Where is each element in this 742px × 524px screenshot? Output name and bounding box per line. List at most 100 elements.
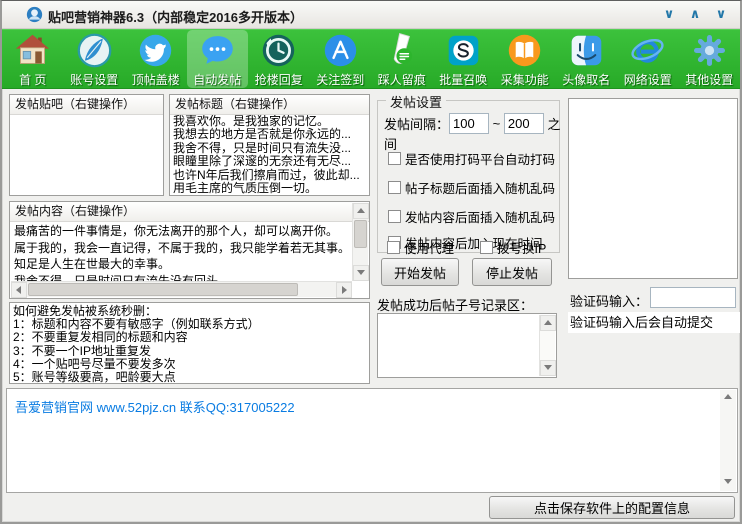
save-config-button[interactable]: 点击保存软件上的配置信息 (489, 496, 735, 519)
tips-panel: 如何避免发帖被系统秒删： 1：标题和内容不要有敏感字（例如联系方式） 2：不要重… (9, 302, 370, 384)
post-settings-legend: 发帖设置 (386, 92, 446, 111)
log-vertical-scrollbar[interactable] (720, 390, 736, 491)
content-line[interactable]: 我舍不得，只是时间只有流失没有回头。 (14, 273, 352, 282)
scroll-down-arrow[interactable] (720, 475, 736, 491)
toolbar-label: 账号设置 (70, 71, 118, 88)
toolbar-label: 首 页 (19, 71, 46, 88)
checkbox-icon[interactable] (388, 152, 401, 165)
content-line[interactable]: 最痛苦的一件事情是，你无法离开的那个人，却可以离开你。 (14, 223, 352, 240)
checkbox-icon[interactable] (480, 241, 493, 254)
checkbox-icon[interactable] (388, 181, 401, 194)
interval-row: 发帖间隔： ~ 之间 (384, 113, 565, 153)
content-line[interactable]: 知足是人生在世最大的幸事。 (14, 256, 352, 273)
window-title: 贴吧营销神器6.3（内部稳定2016多开版本） (48, 7, 303, 26)
scroll-up-arrow[interactable] (720, 390, 736, 406)
title-list-item[interactable]: 我想去的地方是否就是你永远的... (170, 128, 369, 141)
title-list-item[interactable]: 用毛主席的气质压倒一切。 (170, 182, 369, 195)
record-textarea[interactable] (377, 313, 557, 378)
toolbar-label: 踩人留痕 (378, 71, 426, 88)
scroll-left-arrow[interactable] (11, 282, 27, 298)
checkbox-label: 拨号换IP (497, 238, 546, 257)
start-post-button[interactable]: 开始发帖 (381, 258, 459, 286)
scroll-down-arrow[interactable] (353, 265, 369, 281)
log-area[interactable]: 吾爱营销官网 www.52pjz.cn 联系QQ:317005222 (6, 388, 738, 493)
tieba-list-header: 发帖贴吧（右键操作） (10, 95, 163, 115)
post-settings-group: 发帖设置 发帖间隔： ~ 之间 是否使用打码平台自动打码 帖子标题后面插入随机乱… (377, 100, 560, 253)
title-list-item[interactable]: 眼瞳里除了深邃的无奈还有无尽... (170, 155, 369, 168)
toolbar-item-visit-trace[interactable]: 踩人留痕 (371, 30, 433, 88)
appstore-icon (322, 32, 359, 69)
checkbox-row-content-random[interactable]: 发帖内容后面插入随机乱码 (388, 207, 555, 226)
sock-icon (383, 32, 420, 69)
toolbar-item-bump-posts[interactable]: 顶帖盖楼 (125, 30, 187, 88)
checkbox-row-use-proxy[interactable]: 使用代理 (387, 238, 454, 257)
scroll-up-arrow[interactable] (353, 203, 369, 219)
checkbox-icon[interactable] (387, 241, 400, 254)
content-list-body[interactable]: 最痛苦的一件事情是，你无法离开的那个人，却可以离开你。 属于我的，我会一直记得，… (11, 222, 352, 281)
checkbox-label: 发帖内容后面插入随机乱码 (405, 207, 555, 226)
toolbar-item-collect[interactable]: 采集功能 (494, 30, 556, 88)
finder-icon (568, 32, 605, 69)
toolbar-item-follow-checkin[interactable]: 关注签到 (310, 30, 372, 88)
captcha-input[interactable] (650, 287, 736, 308)
checkbox-row-title-random[interactable]: 帖子标题后面插入随机乱码 (388, 178, 555, 197)
tieba-list-panel[interactable]: 发帖贴吧（右键操作） (9, 94, 164, 196)
toolbar-label: 自动发帖 (193, 71, 241, 88)
title-list-panel[interactable]: 发帖标题（右键操作） 我喜欢你。是我独家的记忆。 我想去的地方是否就是你永远的.… (169, 94, 370, 196)
toolbar-item-account-settings[interactable]: 账号设置 (64, 30, 126, 88)
tips-body: 如何避免发帖被系统秒删： 1：标题和内容不要有敏感字（例如联系方式） 2：不要重… (10, 303, 369, 383)
content-line[interactable]: 属于我的，我会一直记得，不属于我的，我只能学着若无其事。 (14, 240, 352, 257)
toolbar-label: 头像取名 (562, 71, 610, 88)
scroll-up-arrow[interactable] (540, 315, 556, 331)
clock-icon (260, 32, 297, 69)
log-text: 吾爱营销官网 www.52pjz.cn 联系QQ:317005222 (15, 397, 295, 416)
close-button[interactable]: ∨ (712, 5, 730, 23)
interval-min-input[interactable] (449, 113, 489, 134)
toolbar-item-auto-post[interactable]: 自动发帖 (187, 30, 249, 88)
record-vertical-scrollbar[interactable] (539, 315, 555, 376)
toolbar-item-batch-summon[interactable]: 批量召唤 (433, 30, 495, 88)
toolbar-label: 采集功能 (501, 71, 549, 88)
content-vertical-scrollbar[interactable] (352, 203, 368, 281)
captcha-hint-text: 验证码输入后会自动提交 (568, 312, 740, 333)
tips-line: 2：不要重复发相同的标题和内容 (13, 331, 369, 344)
chat-bubble-icon (199, 32, 236, 69)
content-panel[interactable]: 发帖内容（右键操作） 最痛苦的一件事情是，你无法离开的那个人，却可以离开你。 属… (9, 201, 370, 299)
scroll-right-arrow[interactable] (336, 282, 352, 298)
scrollbar-thumb[interactable] (28, 283, 298, 296)
toolbar-label: 网络设置 (624, 71, 672, 88)
checkbox-label: 帖子标题后面插入随机乱码 (405, 178, 555, 197)
toolbar-item-avatar-name[interactable]: 头像取名 (556, 30, 618, 88)
toolbar-label: 批量召唤 (439, 71, 487, 88)
toolbar-item-network-settings[interactable]: 网络设置 (617, 30, 679, 88)
titlebar: 贴吧营销神器6.3（内部稳定2016多开版本） ∨ ∧ ∨ (2, 1, 740, 29)
main-toolbar: 首 页 账号设置 顶帖盖楼 自动发帖 抢楼回复 (2, 29, 740, 89)
title-list-body[interactable]: 我喜欢你。是我独家的记忆。 我想去的地方是否就是你永远的... 我舍不得，只是时… (170, 115, 369, 195)
scrollbar-thumb[interactable] (354, 220, 367, 248)
tips-line: 3：不要一个IP地址重复发 (13, 345, 369, 358)
checkbox-icon[interactable] (388, 210, 401, 223)
home-icon (14, 32, 51, 69)
title-list-header: 发帖标题（右键操作） (170, 95, 369, 115)
maximize-button[interactable]: ∧ (686, 5, 704, 23)
toolbar-item-other-settings[interactable]: 其他设置 (679, 30, 741, 88)
checkbox-row-auto-captcha[interactable]: 是否使用打码平台自动打码 (388, 149, 555, 168)
gear-icon (691, 32, 728, 69)
toolbar-label: 抢楼回复 (255, 71, 303, 88)
content-horizontal-scrollbar[interactable] (11, 281, 352, 297)
interval-max-input[interactable] (504, 113, 544, 134)
stop-post-button[interactable]: 停止发帖 (472, 258, 552, 286)
minimize-button[interactable]: ∨ (660, 5, 678, 23)
checkbox-row-dial-ip[interactable]: 拨号换IP (480, 238, 546, 257)
captcha-input-label: 验证码输入： (570, 291, 648, 310)
toolbar-item-floor-reply[interactable]: 抢楼回复 (248, 30, 310, 88)
toolbar-label: 关注签到 (316, 71, 364, 88)
bird-icon (137, 32, 174, 69)
scroll-down-arrow[interactable] (540, 360, 556, 376)
checkbox-label: 使用代理 (404, 238, 454, 257)
toolbar-item-home[interactable]: 首 页 (2, 30, 64, 88)
skype-icon (445, 32, 482, 69)
toolbar-label: 其他设置 (685, 71, 733, 88)
app-window: 贴吧营销神器6.3（内部稳定2016多开版本） ∨ ∧ ∨ 首 页 账号设置 顶… (0, 0, 742, 524)
tips-line: 5：账号等级要高，吧龄要大点 (13, 371, 369, 383)
